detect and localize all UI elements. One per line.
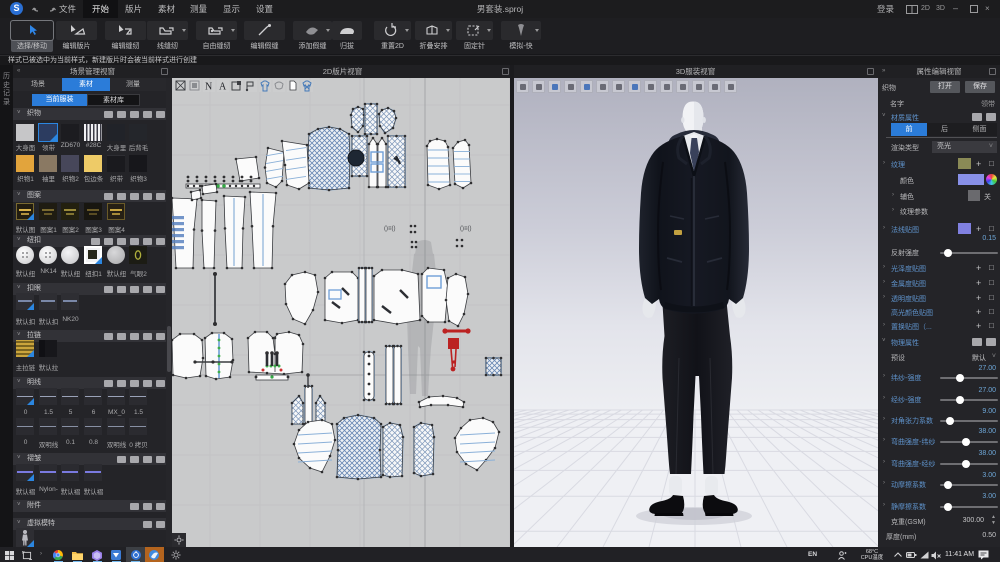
svg-text:()≡(): ()≡()	[384, 226, 396, 232]
svg-text:N: N	[205, 82, 212, 93]
svg-text:()≡(): ()≡()	[460, 226, 472, 232]
svg-text:A: A	[219, 82, 227, 93]
